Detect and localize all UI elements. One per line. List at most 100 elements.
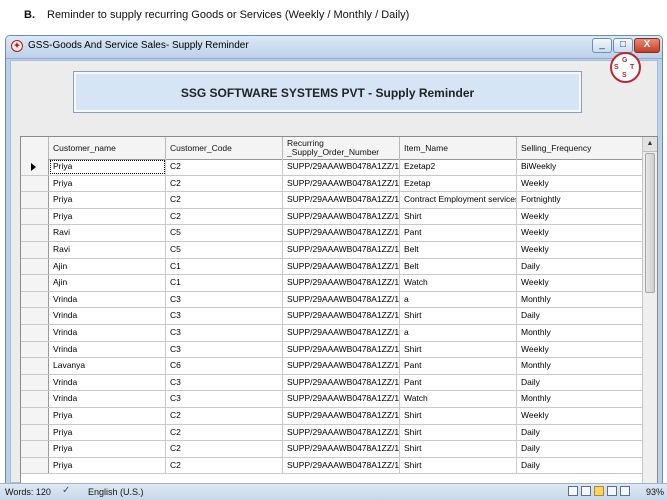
cell-order-number[interactable]: SUPP/29AAAWB0478A1ZZ/1... [283,374,400,391]
cell-order-number[interactable]: SUPP/29AAAWB0478A1ZZ/1... [283,341,400,358]
cell-customer-name[interactable]: Priya [49,408,166,424]
column-header-item-name[interactable]: Item_Name [400,137,517,159]
cell-item-name[interactable]: Shirt [400,424,517,441]
cell-order-number[interactable]: SUPP/29AAAWB0478A1ZZ/1... [283,424,400,441]
cell-customer-name[interactable]: Vrinda [49,341,166,358]
cell-selling-frequency[interactable]: Monthly [517,358,643,374]
column-header-selling-frequency[interactable]: Selling_Frequency [517,137,643,159]
cell-item-name[interactable]: Ezetap [400,175,517,192]
cell-item-name[interactable]: Shirt [400,308,517,324]
cell-customer-code[interactable]: C2 [166,457,283,474]
outline-view-icon[interactable] [607,486,617,496]
cell-item-name[interactable]: Pant [400,374,517,391]
cell-selling-frequency[interactable]: Daily [517,424,643,441]
cell-selling-frequency[interactable]: Weekly [517,408,643,424]
cell-order-number[interactable]: SUPP/29AAAWB0478A1ZZ/1... [283,175,400,192]
vertical-scroll-thumb[interactable] [645,153,655,293]
cell-item-name[interactable]: Contract Employment services [400,192,517,208]
word-count[interactable]: Words: 120 [5,487,51,497]
cell-selling-frequency[interactable]: Weekly [517,225,643,241]
cell-customer-name[interactable]: Priya [49,192,166,208]
cell-item-name[interactable]: Shirt [400,441,517,457]
cell-customer-code[interactable]: C3 [166,308,283,324]
row-header[interactable] [21,424,49,441]
table-row[interactable]: Priya C2 SUPP/29AAAWB0478A1ZZ/1... Shirt Wee… [21,208,643,226]
supply-reminder-grid[interactable]: Customer_name Customer_Code Recurring _S… [20,136,658,489]
cell-selling-frequency[interactable]: Daily [517,308,643,324]
table-row[interactable]: Vrinda C3 SUPP/29AAAWB0478A1ZZ/1... Shirt Da… [21,308,643,325]
cell-customer-code[interactable]: C3 [166,291,283,308]
cell-customer-code[interactable]: C1 [166,275,283,291]
cell-selling-frequency[interactable]: Monthly [517,391,643,407]
table-row[interactable]: Vrinda C3 SUPP/29AAAWB0478A1ZZ/1... Watch Mo… [21,391,643,408]
row-header[interactable] [21,358,49,374]
table-row[interactable]: Priya C2 SUPP/29AAAWB0478A1ZZ/1... Shirt Dai… [21,441,643,458]
cell-order-number[interactable]: SUPP/29AAAWB0478A1ZZ/1... [283,308,400,324]
cell-customer-code[interactable]: C3 [166,374,283,391]
cell-order-number[interactable]: SUPP/29AAAWB0478A1ZZ/1... [283,325,400,341]
row-header[interactable] [21,242,49,258]
table-row[interactable]: Priya C2 SUPP/29AAAWB0478A1ZZ/1... Shirt Dai… [21,457,643,475]
title-bar[interactable]: ✦ GSS-Goods And Service Sales- Supply Re… [6,36,662,59]
cell-selling-frequency[interactable]: Monthly [517,325,643,341]
close-button[interactable]: X [634,38,660,53]
cell-customer-name[interactable]: Vrinda [49,291,166,308]
table-row[interactable]: Ajin C1 SUPP/29AAAWB0478A1ZZ/1... Watch Week… [21,275,643,292]
cell-customer-code[interactable]: C2 [166,175,283,192]
cell-selling-frequency[interactable]: Daily [517,457,643,474]
cell-customer-name[interactable]: Priya [49,159,166,175]
cell-selling-frequency[interactable]: Weekly [517,208,643,225]
cell-customer-name[interactable]: Ravi [49,225,166,241]
app-icon[interactable]: ✦ [11,40,23,52]
cell-customer-code[interactable]: C5 [166,242,283,258]
table-row[interactable]: Lavanya C6 SUPP/29AAAWB0478A1ZZ/1... Pant Mo… [21,358,643,375]
row-header[interactable] [21,208,49,225]
table-row[interactable]: Vrinda C3 SUPP/29AAAWB0478A1ZZ/1... Pant Dai… [21,374,643,392]
column-header-customer-code[interactable]: Customer_Code [166,137,283,159]
cell-customer-code[interactable]: C5 [166,225,283,241]
cell-selling-frequency[interactable]: Monthly [517,291,643,308]
cell-item-name[interactable]: Shirt [400,208,517,225]
cell-order-number[interactable]: SUPP/29AAAWB0478A1ZZ/1... [283,192,400,208]
scroll-up-arrow-icon[interactable]: ▲ [643,137,657,152]
row-header[interactable] [21,325,49,341]
cell-order-number[interactable]: SUPP/29AAAWB0478A1ZZ/1... [283,358,400,374]
cell-item-name[interactable]: Belt [400,242,517,258]
cell-selling-frequency[interactable]: Daily [517,374,643,391]
cell-customer-name[interactable]: Priya [49,208,166,225]
cell-customer-code[interactable]: C1 [166,258,283,275]
row-header[interactable] [21,308,49,324]
cell-order-number[interactable]: SUPP/29AAAWB0478A1ZZ/1... [283,291,400,308]
table-row[interactable]: Ravi C5 SUPP/29AAAWB0478A1ZZ/1... Belt Weekl… [21,242,643,259]
cell-item-name[interactable]: Pant [400,225,517,241]
cell-customer-code[interactable]: C2 [166,208,283,225]
cell-customer-name[interactable]: Ajin [49,275,166,291]
row-header[interactable] [21,225,49,241]
cell-item-name[interactable]: Ezetap2 [400,159,517,175]
cell-order-number[interactable]: SUPP/29AAAWB0478A1ZZ/1... [283,408,400,424]
cell-customer-name[interactable]: Vrinda [49,325,166,341]
cell-customer-name[interactable]: Ajin [49,258,166,275]
table-row[interactable]: Priya C2 SUPP/29AAAWB0478A1ZZ/1... Ezetap2 B… [21,159,643,176]
cell-customer-name[interactable]: Vrinda [49,374,166,391]
cell-order-number[interactable]: SUPP/29AAAWB0478A1ZZ/1... [283,441,400,457]
table-row[interactable]: Priya C2 SUPP/29AAAWB0478A1ZZ/1... Shirt Wee… [21,408,643,425]
row-header[interactable] [21,258,49,275]
cell-customer-name[interactable]: Ravi [49,242,166,258]
cell-customer-name[interactable]: Vrinda [49,391,166,407]
cell-customer-code[interactable]: C3 [166,391,283,407]
cell-customer-name[interactable]: Vrinda [49,308,166,324]
cell-selling-frequency[interactable]: Fortnightly [517,192,643,208]
column-header-customer-name[interactable]: Customer_name [49,137,166,159]
row-header[interactable] [21,159,49,175]
cell-selling-frequency[interactable]: Daily [517,441,643,457]
table-row[interactable]: Priya C2 SUPP/29AAAWB0478A1ZZ/1... Ezetap We… [21,175,643,193]
cell-selling-frequency[interactable]: Weekly [517,175,643,192]
table-row[interactable]: Vrinda C3 SUPP/29AAAWB0478A1ZZ/1... a Monthl… [21,291,643,309]
column-header-order-number[interactable]: Recurring _Supply_Order_Number [283,137,400,159]
cell-item-name[interactable]: Shirt [400,341,517,358]
vertical-scrollbar[interactable]: ▲ [642,137,657,489]
row-header[interactable] [21,341,49,358]
cell-order-number[interactable]: SUPP/29AAAWB0478A1ZZ/1... [283,225,400,241]
maximize-button[interactable]: □ [613,38,633,53]
